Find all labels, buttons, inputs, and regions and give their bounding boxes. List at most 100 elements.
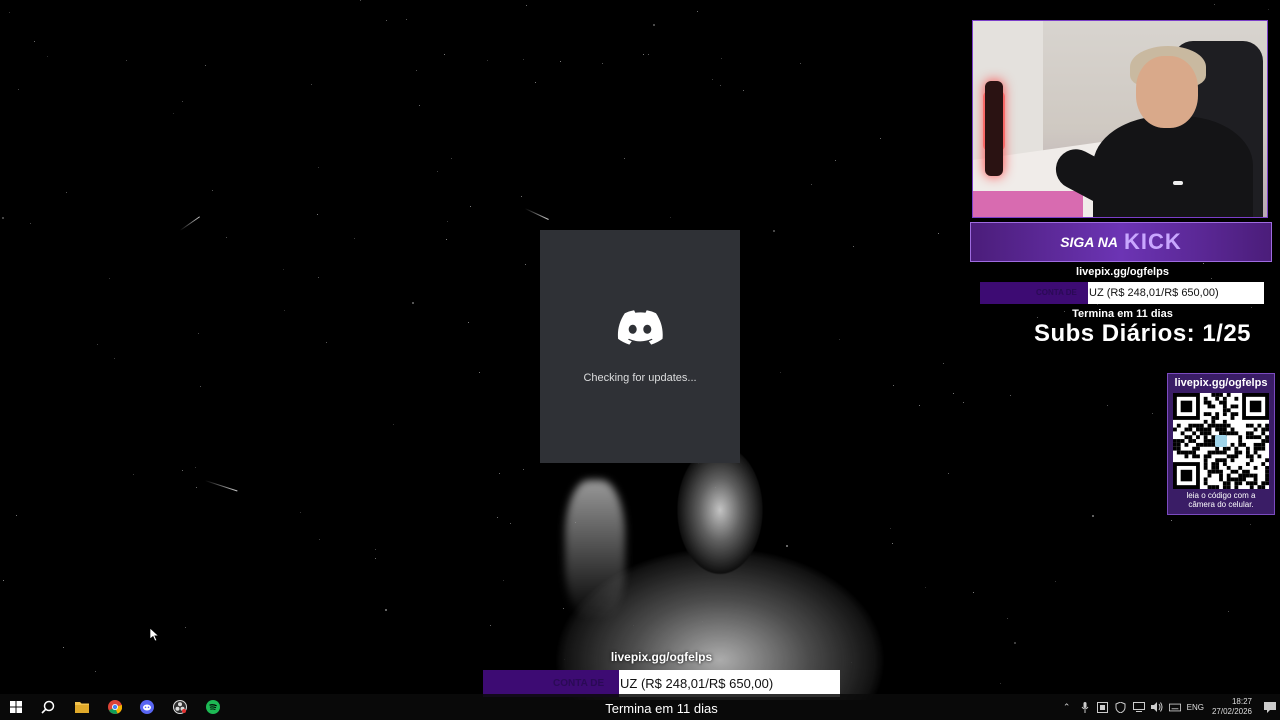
file-explorer-button[interactable] — [66, 694, 98, 720]
star — [479, 372, 480, 373]
system-tray: ⌃ ENG 18:27 27/02/2026 — [1061, 694, 1280, 720]
app-tray-icon[interactable] — [1097, 701, 1109, 713]
star — [326, 342, 327, 343]
star — [780, 372, 781, 373]
start-button[interactable] — [0, 694, 32, 720]
star — [525, 264, 526, 265]
obs-icon — [173, 700, 187, 714]
star — [811, 184, 812, 185]
star — [839, 339, 840, 340]
star — [503, 580, 504, 581]
qr-caption-line1: leia o código com a — [1186, 491, 1256, 500]
spotify-button[interactable] — [197, 694, 229, 720]
star — [283, 269, 284, 270]
star — [9, 12, 10, 13]
star — [497, 517, 498, 518]
volume-icon[interactable] — [1150, 701, 1163, 713]
star — [490, 625, 491, 626]
goal-bottom-progress-text: UZ (R$ 248,01/R$ 650,00) — [620, 676, 774, 691]
goal-bottom-site-label: livepix.gg/ogfelps — [610, 650, 713, 664]
star — [1152, 413, 1153, 414]
star — [419, 105, 420, 106]
microphone — [985, 81, 1003, 176]
star — [893, 385, 894, 386]
kick-logo-text: KICK — [1124, 229, 1182, 254]
star — [195, 467, 196, 468]
obs-button[interactable] — [164, 694, 196, 720]
goal-bottom-progress-fill: CONTA DE — [483, 670, 619, 697]
star — [1171, 520, 1172, 521]
star — [648, 54, 649, 55]
search-icon — [41, 700, 55, 714]
security-icon[interactable] — [1115, 701, 1127, 713]
star — [375, 558, 376, 559]
star — [468, 322, 469, 323]
star — [212, 190, 213, 191]
goal-deadline: Termina em 11 dias — [1072, 308, 1173, 320]
star — [386, 20, 387, 21]
clock[interactable]: 18:27 27/02/2026 — [1210, 697, 1254, 717]
star — [602, 63, 603, 64]
star — [385, 609, 387, 611]
star — [182, 470, 183, 471]
star — [963, 402, 964, 403]
star — [97, 344, 98, 345]
star — [300, 512, 301, 513]
qr-card: livepix.gg/ogfelps leia o código com a c… — [1167, 373, 1275, 515]
star — [948, 473, 949, 474]
search-button[interactable] — [32, 694, 64, 720]
qr-site-label: livepix.gg/ogfelps — [1174, 377, 1268, 389]
microphone-icon[interactable] — [1079, 701, 1091, 713]
goal-site-label: livepix.gg/ogfelps — [1076, 266, 1169, 278]
star — [185, 627, 186, 628]
shooting-star — [204, 480, 238, 492]
star — [1203, 263, 1204, 264]
star — [18, 89, 19, 90]
star — [284, 310, 285, 311]
star — [938, 233, 939, 234]
star — [880, 138, 881, 139]
star — [126, 60, 127, 61]
star — [437, 171, 438, 172]
clock-time: 18:27 — [1231, 697, 1252, 706]
star — [1250, 524, 1251, 525]
star — [853, 246, 854, 247]
star — [1014, 642, 1016, 644]
keyboard-icon[interactable] — [1168, 701, 1181, 713]
file-explorer-icon — [75, 702, 89, 713]
shooting-star — [179, 216, 200, 231]
show-hidden-icons-icon[interactable]: ⌃ — [1061, 701, 1073, 713]
star — [205, 65, 206, 66]
daily-subs-counter: Subs Diários: 1/25 — [1033, 320, 1252, 347]
star — [1055, 581, 1056, 582]
star — [624, 158, 625, 159]
qr-caption-line2: câmera do celular. — [1188, 500, 1254, 509]
star — [526, 5, 527, 6]
star — [16, 515, 17, 516]
star — [196, 487, 197, 488]
star — [198, 333, 199, 334]
star — [1007, 618, 1008, 619]
update-status-text: Checking for updates... — [583, 372, 697, 384]
star — [412, 302, 414, 304]
star — [182, 101, 183, 102]
goal-progress-bar: CONTA DE UZ (R$ 248,01/R$ 650,00) — [980, 282, 1264, 304]
discord-updater-window: Checking for updates... — [540, 230, 740, 463]
language-indicator[interactable]: ENG — [1187, 703, 1204, 712]
star — [773, 230, 775, 232]
spotify-icon — [206, 700, 220, 714]
network-icon[interactable] — [1132, 701, 1145, 713]
star — [523, 59, 524, 60]
star — [1092, 515, 1094, 517]
star — [133, 474, 134, 475]
start-icon — [10, 701, 22, 713]
star — [200, 386, 201, 387]
discord-icon — [140, 700, 154, 714]
chrome-button[interactable] — [99, 694, 131, 720]
star — [1211, 278, 1212, 279]
discord-button[interactable] — [131, 694, 163, 720]
star — [643, 54, 644, 55]
star — [1097, 304, 1098, 305]
star — [451, 158, 452, 159]
notifications-icon[interactable] — [1264, 701, 1276, 713]
